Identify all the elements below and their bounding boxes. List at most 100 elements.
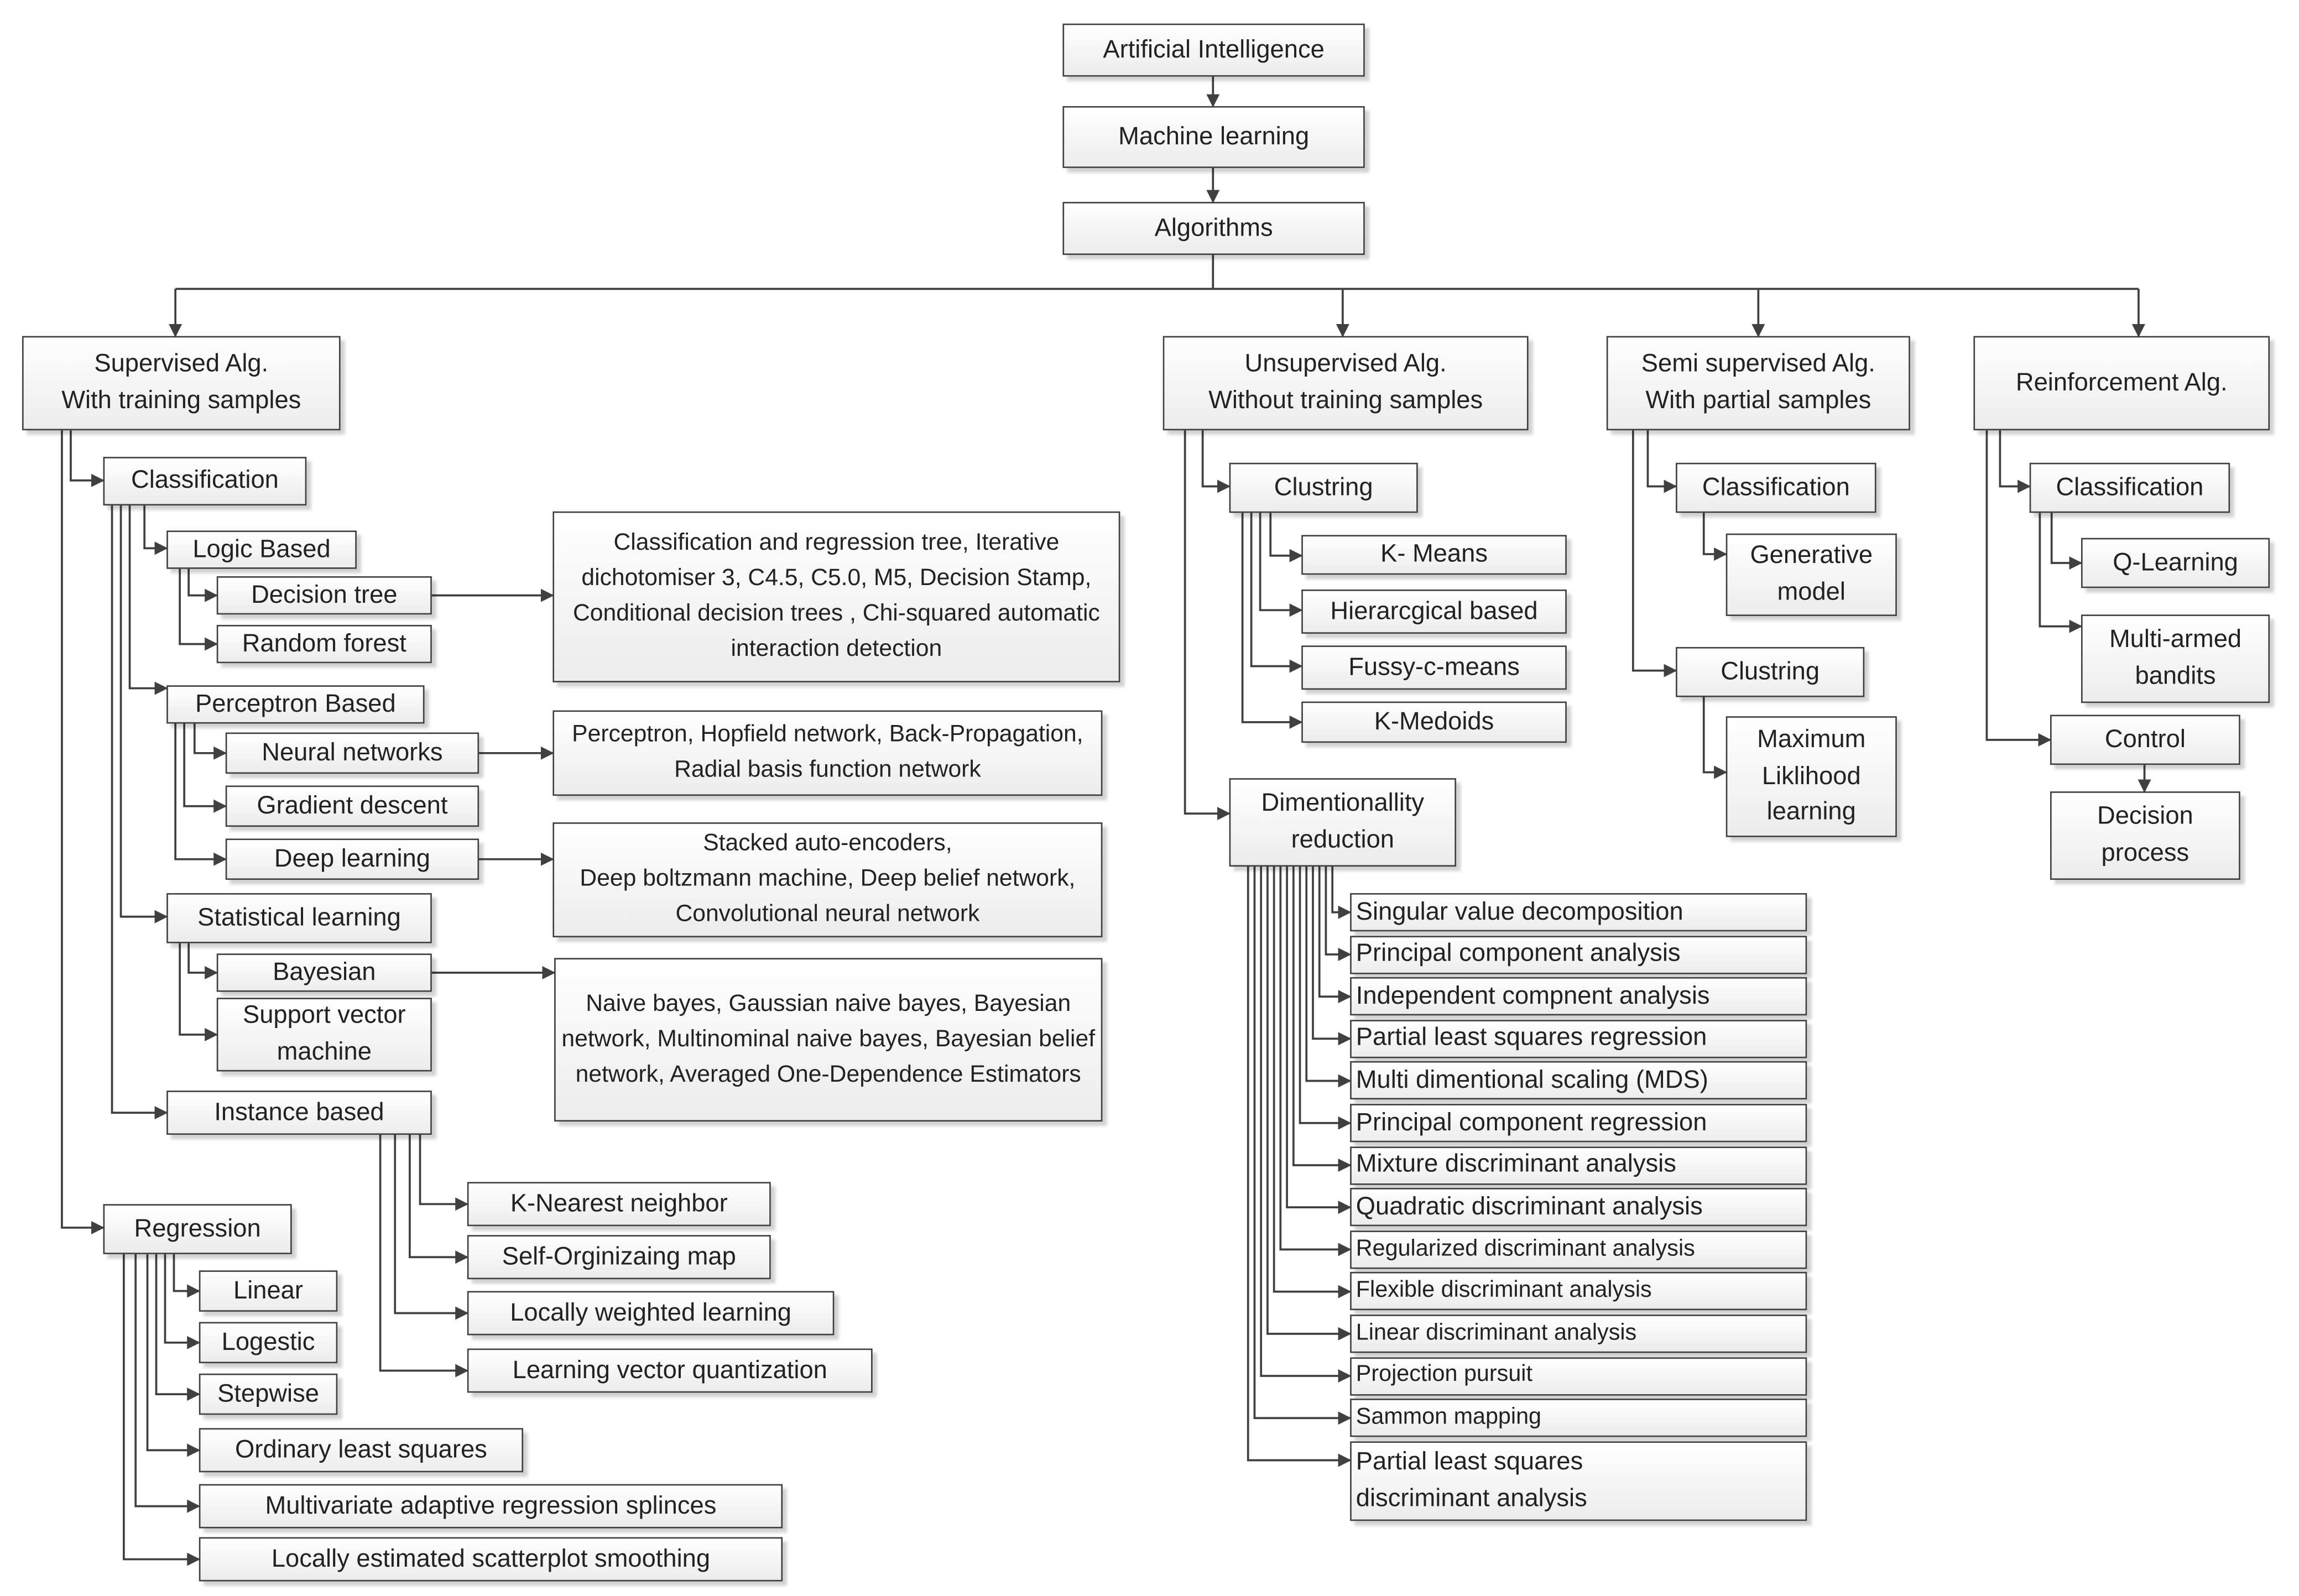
node-semi-cls: Classification xyxy=(1676,462,1876,513)
node-pp: Projection pursuit xyxy=(1350,1357,1807,1395)
connector-arrow-14 xyxy=(187,568,218,602)
node-alg: Algorithms xyxy=(1062,202,1365,255)
node-un-clust: Clustring xyxy=(1229,462,1418,513)
node-plsda: Partial least squares discriminant analy… xyxy=(1350,1441,1807,1521)
connector-arrow-26 xyxy=(164,1254,201,1349)
node-svd: Singular value decomposition xyxy=(1350,893,1807,932)
node-svm: Support vector machine xyxy=(216,998,432,1072)
node-lvq: Learning vector quantization xyxy=(467,1348,873,1393)
connector-arrow-12 xyxy=(119,505,168,924)
node-control: Control xyxy=(2050,714,2240,765)
node-stat: Statistical learning xyxy=(166,893,432,943)
ml-taxonomy-diagram: Artificial Intelligence Machine learning A… xyxy=(0,0,2299,1596)
connector-arrow-24 xyxy=(379,1135,469,1378)
node-inst: Instance based xyxy=(166,1091,432,1135)
node-gen: Generative model xyxy=(1725,533,1897,616)
connector-arrow-35 xyxy=(1201,430,1231,493)
node-lda: Linear discriminant analysis xyxy=(1350,1315,1807,1353)
node-mds: Multi dimentional scaling (MDS) xyxy=(1350,1061,1807,1100)
node-bayes-desc: Naive bayes, Gaussian naive bayes, Bayes… xyxy=(554,958,1103,1122)
node-kmed: K-Medoids xyxy=(1301,701,1567,743)
node-ai: Artificial Intelligence xyxy=(1062,23,1365,77)
node-re-cls: Classification xyxy=(2029,462,2230,513)
connector-arrow-62 xyxy=(2039,513,2083,633)
node-reg: Regression xyxy=(103,1204,292,1254)
connector-arrow-41 xyxy=(1331,867,1352,919)
node-dl: Deep learning xyxy=(225,838,479,880)
connector-arrow-25 xyxy=(173,1254,201,1298)
node-som: Self-Orginizaing map xyxy=(467,1235,771,1280)
connector-arrow-11 xyxy=(128,505,168,695)
node-fuzzy: Fussy-c-means xyxy=(1301,645,1567,690)
node-reinf: Reinforcement Alg. xyxy=(1973,336,2270,431)
connector-arrow-59 xyxy=(1999,430,2031,493)
connector-arrow-15 xyxy=(179,568,218,651)
node-unsup: Unsupervised Alg. Without training sampl… xyxy=(1162,336,1529,431)
connector-arrow-9 xyxy=(61,430,105,1234)
connector-arrow-23 xyxy=(394,1135,469,1320)
connector-arrow-56 xyxy=(1631,430,1677,677)
node-logestic: Logestic xyxy=(199,1322,338,1364)
node-perc: Perceptron Based xyxy=(166,685,425,724)
node-mll: Maximum Liklihood learning xyxy=(1725,716,1897,837)
node-dl-desc: Stacked auto-encoders, Deep boltzmann ma… xyxy=(552,822,1103,937)
node-lwl: Locally weighted learning xyxy=(467,1291,835,1336)
connector-arrow-8 xyxy=(70,430,105,487)
node-ica: Independent compnent analysis xyxy=(1350,977,1807,1016)
connector-arrow-43 xyxy=(1318,867,1352,1004)
connector-arrow-16 xyxy=(193,723,227,760)
node-mars: Multivariate adaptive regression splince… xyxy=(199,1484,783,1529)
node-pca: Principal component analysis xyxy=(1350,935,1807,974)
node-mda: Mixture discriminant analysis xyxy=(1350,1146,1807,1185)
connector-arrow-55 xyxy=(1646,430,1677,493)
node-pcr: Principal component regression xyxy=(1350,1104,1807,1143)
node-gd: Gradient descent xyxy=(225,785,479,827)
node-sm: Sammon mapping xyxy=(1350,1399,1807,1437)
node-hier: Hierarcgical based xyxy=(1301,590,1567,634)
node-mab: Multi-armed bandits xyxy=(2081,614,2270,703)
node-linear: Linear xyxy=(199,1270,338,1312)
connector-arrow-20 xyxy=(179,943,218,1041)
connector-arrow-21 xyxy=(419,1135,469,1211)
connector-arrow-18 xyxy=(174,723,227,866)
node-ql: Q-Learning xyxy=(2081,538,2270,588)
connector-arrow-17 xyxy=(183,723,227,813)
node-logic: Logic Based xyxy=(166,530,357,569)
connector-arrow-42 xyxy=(1325,867,1352,961)
connector-arrow-61 xyxy=(2050,513,2083,570)
connector-arrow-19 xyxy=(187,943,218,979)
connector-arrow-36 xyxy=(1184,430,1231,821)
connector-arrow-38 xyxy=(1259,513,1303,617)
node-dtree: Decision tree xyxy=(216,576,432,615)
node-nn: Neural networks xyxy=(225,732,479,774)
connector-arrow-37 xyxy=(1269,513,1303,562)
node-knn: K-Nearest neighbor xyxy=(467,1182,771,1227)
connector-arrow-58 xyxy=(1702,697,1728,779)
node-semi-clust: Clustring xyxy=(1676,646,1865,697)
node-qda: Quadratic discriminant analysis xyxy=(1350,1188,1807,1227)
node-ols: Ordinary least squares xyxy=(199,1428,524,1473)
node-loess: Locally estimated scatterplot smoothing xyxy=(199,1537,783,1582)
node-dim: Dimentionallity reduction xyxy=(1229,778,1457,867)
node-kmeans: K- Means xyxy=(1301,535,1567,575)
node-ml: Machine learning xyxy=(1062,106,1365,168)
node-stepwise: Stepwise xyxy=(199,1373,338,1415)
node-nn-desc: Perceptron, Hopfield network, Back-Propa… xyxy=(552,710,1103,796)
connector-arrow-53 xyxy=(1253,867,1352,1425)
node-sup: Supervised Alg. With training samples xyxy=(22,336,341,431)
node-bayes: Bayesian xyxy=(216,953,432,992)
connector-arrow-39 xyxy=(1250,513,1303,673)
connector-arrow-22 xyxy=(409,1135,469,1264)
node-rforest: Random forest xyxy=(216,624,432,664)
connector-arrow-49 xyxy=(1279,867,1352,1256)
node-fda: Flexible discriminant analysis xyxy=(1350,1272,1807,1311)
node-semi: Semi supervised Alg. With partial sample… xyxy=(1606,336,1910,431)
connector-arrow-27 xyxy=(155,1254,201,1401)
node-plsr: Partial least squares regression xyxy=(1350,1019,1807,1058)
connector-arrow-57 xyxy=(1702,513,1728,561)
node-dp: Decision process xyxy=(2050,791,2240,880)
node-dtree-desc: Classification and regression tree, Iter… xyxy=(552,511,1120,682)
connector-arrow-10 xyxy=(143,505,168,555)
node-sup-cls: Classification xyxy=(103,457,307,506)
node-rda: Regularized discriminant analysis xyxy=(1350,1230,1807,1269)
